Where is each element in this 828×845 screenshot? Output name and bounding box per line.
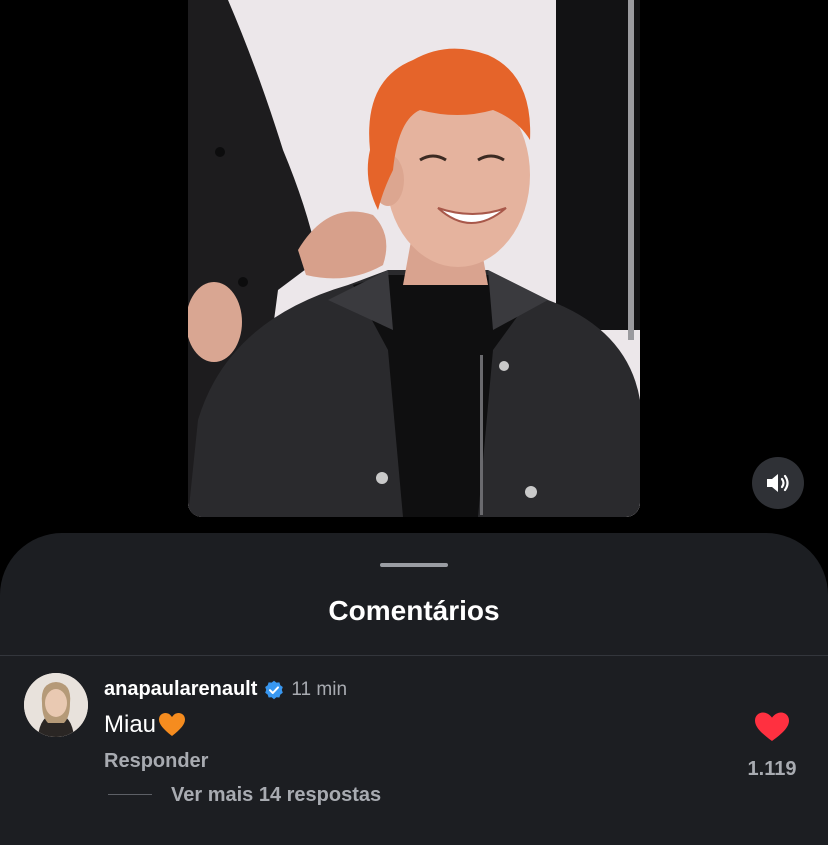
comment-time: 11 min bbox=[291, 678, 348, 700]
volume-icon bbox=[767, 474, 789, 492]
comment-header: anapaularenault 11 min bbox=[104, 678, 347, 701]
divider bbox=[0, 655, 828, 656]
avatar-image bbox=[24, 673, 88, 737]
heart-icon[interactable] bbox=[754, 711, 790, 743]
orange-heart-icon bbox=[159, 713, 186, 736]
avatar[interactable] bbox=[24, 673, 88, 737]
like-count: 1.119 bbox=[747, 758, 797, 780]
mute-toggle-button[interactable] bbox=[752, 457, 804, 509]
sheet-title: Comentários bbox=[328, 595, 500, 626]
view-more-replies-button[interactable]: Ver mais 14 respostas bbox=[171, 784, 381, 807]
sheet-drag-handle[interactable] bbox=[380, 563, 448, 567]
comment-text: Miau bbox=[104, 711, 157, 738]
reel-video[interactable] bbox=[188, 0, 640, 517]
comments-sheet: Comentários anapaularenault 11 min Miau bbox=[0, 533, 828, 845]
reel-comments-screen: Comentários anapaularenault 11 min Miau bbox=[0, 0, 828, 845]
verified-badge-icon bbox=[265, 680, 284, 699]
replies-connector-line bbox=[108, 794, 152, 795]
reply-button[interactable]: Responder bbox=[104, 750, 208, 773]
comment-body: Miau bbox=[104, 711, 186, 739]
video-frame-illustration bbox=[188, 0, 640, 517]
comment-username[interactable]: anapaularenault bbox=[104, 678, 257, 701]
